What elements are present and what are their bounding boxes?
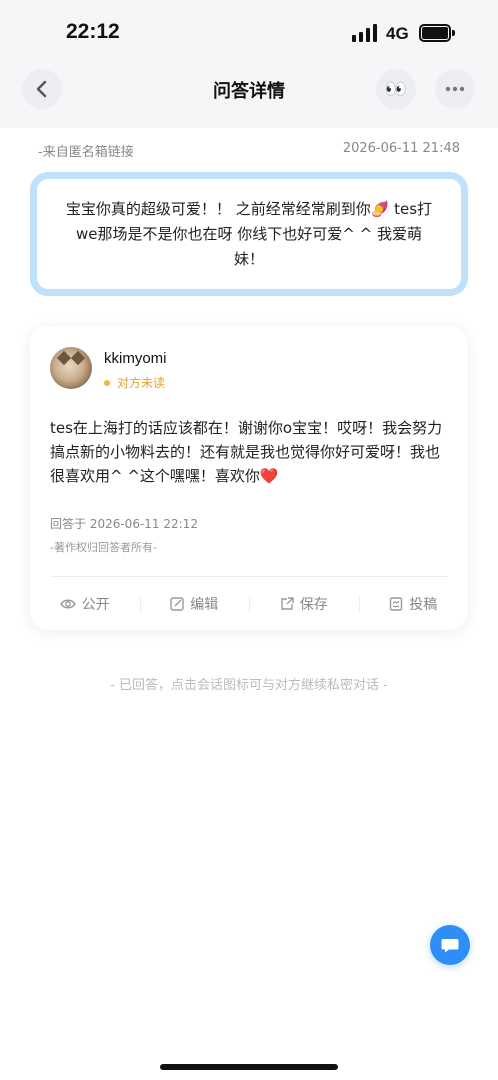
question-time: 2026-06-11 21:48 <box>342 141 460 156</box>
save-label: 保存 <box>299 597 328 613</box>
unread-dot-icon <box>104 379 110 386</box>
public-label: 公开 <box>81 597 110 613</box>
edit-icon <box>170 597 184 611</box>
action-bar: 公开 编辑 保存 投稿 <box>30 588 468 620</box>
question-source: -来自匿名箱链接 <box>38 145 134 160</box>
public-button[interactable]: 公开 <box>30 588 140 620</box>
chat-icon <box>441 939 459 953</box>
divider <box>50 576 448 577</box>
share-export-icon <box>281 597 294 610</box>
footer-hint: - 已回答，点击会话图标可与对方继续私密对话 - <box>110 678 388 693</box>
submit-button[interactable]: 投稿 <box>358 588 469 620</box>
copyright-note: -著作权归回答者所有- <box>50 541 157 554</box>
edit-label: 编辑 <box>190 597 219 613</box>
more-button[interactable] <box>435 69 475 109</box>
question-card: 宝宝你真的超级可爱！！ 之前经常经常刷到你🍠 tes打we那场是不是你也在呀 你… <box>30 172 468 296</box>
more-icon <box>445 86 465 92</box>
read-status: 对方未读 <box>104 374 165 391</box>
network-label: 4G <box>386 24 409 43</box>
chat-button[interactable] <box>430 925 470 965</box>
signal-icon <box>352 24 378 42</box>
status-time: 22:12 <box>66 20 120 43</box>
home-indicator <box>160 1064 338 1070</box>
submit-label: 投稿 <box>409 597 438 613</box>
eye-icon <box>59 599 76 609</box>
status-bar: 22:12 4G <box>0 0 498 62</box>
eyes-button[interactable]: 👀 <box>376 69 416 109</box>
eyes-emoji: 👀 <box>384 78 408 100</box>
edit-button[interactable]: 编辑 <box>139 588 250 620</box>
answered-at: 回答于 2026-06-11 22:12 <box>50 517 198 531</box>
answer-card: kkimyomi 对方未读 tes在上海打的话应该都在！谢谢你o宝宝！哎呀！我会… <box>30 326 468 630</box>
avatar[interactable] <box>50 347 92 389</box>
submit-icon <box>390 597 403 611</box>
question-text: 宝宝你真的超级可爱！！ 之前经常经常刷到你🍠 tes打we那场是不是你也在呀 你… <box>65 199 433 268</box>
battery-icon <box>419 24 455 42</box>
save-button[interactable]: 保存 <box>249 588 359 620</box>
answerer-name[interactable]: kkimyomi <box>104 350 167 367</box>
page-title: 问答详情 <box>213 81 285 102</box>
nav-bar: 问答详情 👀 <box>0 62 498 128</box>
read-status-label: 对方未读 <box>117 376 166 390</box>
page: 22:12 4G 问答详情 👀 -来自匿名箱链接 2026-06-11 21:4… <box>0 0 498 1080</box>
answer-text: tes在上海打的话应该都在！谢谢你o宝宝！哎呀！我会努力搞点新的小物料去的！还有… <box>50 419 443 485</box>
